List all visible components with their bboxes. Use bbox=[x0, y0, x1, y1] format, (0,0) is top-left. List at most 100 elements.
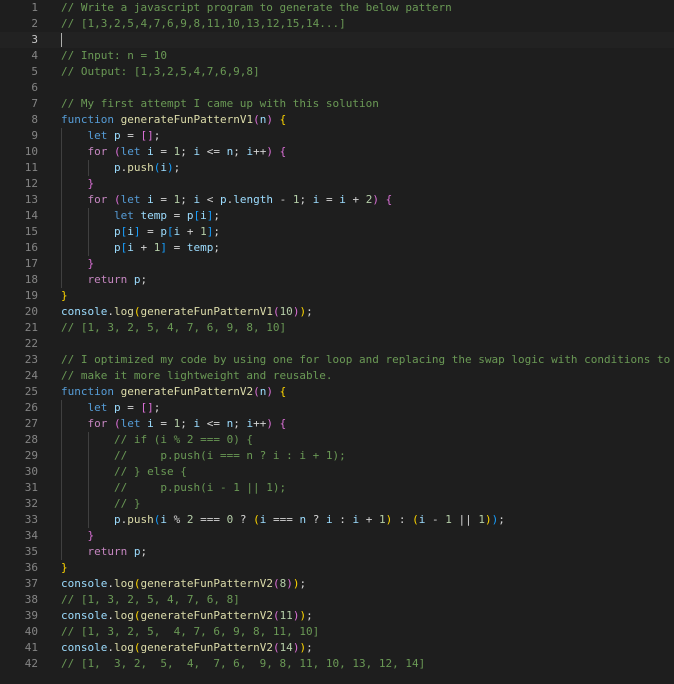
code-text[interactable]: p[i] = p[i + 1]; bbox=[61, 224, 220, 240]
code-line[interactable]: 33 p.push(i % 2 === 0 ? (i === n ? i : i… bbox=[0, 512, 674, 528]
code-line[interactable]: 6 bbox=[0, 80, 674, 96]
code-line[interactable]: 16 p[i + 1] = temp; bbox=[0, 240, 674, 256]
code-line[interactable]: 13 for (let i = 1; i < p.length - 1; i =… bbox=[0, 192, 674, 208]
code-text[interactable]: // make it more lightweight and reusable… bbox=[61, 368, 333, 384]
code-text[interactable]: // [1,3,2,5,4,7,6,9,8,11,10,13,12,15,14.… bbox=[61, 16, 346, 32]
code-line[interactable]: 23 // I optimized my code by using one fo… bbox=[0, 352, 674, 368]
code-token: let bbox=[120, 145, 148, 158]
code-text[interactable]: console.log(generateFunPatternV2(8)); bbox=[61, 576, 306, 592]
code-text[interactable]: return p; bbox=[61, 544, 148, 560]
code-line[interactable]: 32 // } bbox=[0, 496, 674, 512]
code-line[interactable]: 34 } bbox=[0, 528, 674, 544]
code-text[interactable]: } bbox=[61, 560, 68, 576]
code-text[interactable]: // [1, 3, 2, 5, 4, 7, 6, 8] bbox=[61, 592, 240, 608]
code-token: 11 bbox=[279, 609, 293, 622]
code-text[interactable]: } bbox=[61, 288, 68, 304]
code-line[interactable]: 30 // } else { bbox=[0, 464, 674, 480]
code-line[interactable]: 25 function generateFunPatternV2(n) { bbox=[0, 384, 674, 400]
line-number: 8 bbox=[31, 113, 38, 126]
code-line[interactable]: 28 // if (i % 2 === 0) { bbox=[0, 432, 674, 448]
code-line[interactable]: 31 // p.push(i - 1 || 1); bbox=[0, 480, 674, 496]
code-line[interactable]: 29 // p.push(i === n ? i : i + 1); bbox=[0, 448, 674, 464]
code-text[interactable]: // I optimized my code by using one for … bbox=[61, 352, 670, 368]
code-text[interactable]: } bbox=[61, 176, 95, 192]
code-text[interactable]: p.push(i); bbox=[61, 160, 180, 176]
code-token: } bbox=[87, 529, 95, 542]
code-line[interactable]: 7 // My first attempt I came up with this… bbox=[0, 96, 674, 112]
code-text[interactable]: function generateFunPatternV2(n) { bbox=[61, 384, 286, 400]
code-line[interactable]: 42 // [1, 3, 2, 5, 4, 7, 6, 9, 8, 11, 10,… bbox=[0, 656, 674, 672]
code-line[interactable]: 2 // [1,3,2,5,4,7,6,9,8,11,10,13,12,15,14… bbox=[0, 16, 674, 32]
code-token: ) bbox=[166, 161, 174, 174]
code-text[interactable]: let p = []; bbox=[61, 400, 161, 416]
code-token: < bbox=[200, 193, 220, 206]
code-text[interactable]: } bbox=[61, 256, 95, 272]
code-line[interactable]: 10 for (let i = 1; i <= n; i++) { bbox=[0, 144, 674, 160]
code-token: ; bbox=[180, 145, 194, 158]
code-token: + bbox=[345, 193, 366, 206]
code-line[interactable]: 1 // Write a javascript program to genera… bbox=[0, 0, 674, 16]
code-text[interactable]: // p.push(i - 1 || 1); bbox=[61, 480, 286, 496]
code-text[interactable]: function generateFunPatternV1(n) { bbox=[61, 112, 286, 128]
code-line[interactable]: 9 let p = []; bbox=[0, 128, 674, 144]
code-line[interactable]: 38 // [1, 3, 2, 5, 4, 7, 6, 8] bbox=[0, 592, 674, 608]
code-text[interactable]: p.push(i % 2 === 0 ? (i === n ? i : i + … bbox=[61, 512, 505, 528]
code-line[interactable]: 22 bbox=[0, 336, 674, 352]
code-line[interactable]: 3 bbox=[0, 32, 674, 48]
code-line[interactable]: 20 console.log(generateFunPatternV1(10)); bbox=[0, 304, 674, 320]
code-token: } bbox=[87, 177, 95, 190]
code-text[interactable]: // [1, 3, 2, 5, 4, 7, 6, 9, 8, 11, 10] bbox=[61, 624, 319, 640]
code-text[interactable]: for (let i = 1; i < p.length - 1; i = i … bbox=[61, 192, 393, 208]
code-token: = bbox=[153, 145, 174, 158]
code-text[interactable]: // p.push(i === n ? i : i + 1); bbox=[61, 448, 346, 464]
code-line[interactable]: 21 // [1, 3, 2, 5, 4, 7, 6, 9, 8, 10] bbox=[0, 320, 674, 336]
line-number: 40 bbox=[24, 625, 38, 638]
code-line[interactable]: 4 // Input: n = 10 bbox=[0, 48, 674, 64]
code-line[interactable]: 12 } bbox=[0, 176, 674, 192]
code-line[interactable]: 8 function generateFunPatternV1(n) { bbox=[0, 112, 674, 128]
code-text[interactable]: console.log(generateFunPatternV2(14)); bbox=[61, 640, 313, 656]
code-line[interactable]: 36} bbox=[0, 560, 674, 576]
code-text[interactable]: let p = []; bbox=[61, 128, 161, 144]
code-line[interactable]: 24 // make it more lightweight and reusab… bbox=[0, 368, 674, 384]
code-line[interactable]: 15 p[i] = p[i + 1]; bbox=[0, 224, 674, 240]
code-line[interactable]: 11 p.push(i); bbox=[0, 160, 674, 176]
code-text[interactable]: // Output: [1,3,2,5,4,7,6,9,8] bbox=[61, 64, 260, 80]
code-line[interactable]: 35 return p; bbox=[0, 544, 674, 560]
code-line[interactable]: 19} bbox=[0, 288, 674, 304]
code-text[interactable]: for (let i = 1; i <= n; i++) { bbox=[61, 416, 287, 432]
code-line[interactable]: 18 return p; bbox=[0, 272, 674, 288]
code-text[interactable]: // [1, 3, 2, 5, 4, 7, 6, 9, 8, 11, 10, 1… bbox=[61, 656, 425, 672]
code-line[interactable]: 40 // [1, 3, 2, 5, 4, 7, 6, 9, 8, 11, 10] bbox=[0, 624, 674, 640]
indent-guide bbox=[87, 208, 89, 256]
code-text[interactable]: // Write a javascript program to generat… bbox=[61, 0, 452, 16]
code-text[interactable]: // My first attempt I came up with this … bbox=[61, 96, 379, 112]
code-text[interactable]: // } bbox=[61, 496, 141, 512]
code-text[interactable]: console.log(generateFunPatternV1(10)); bbox=[61, 304, 313, 320]
code-line[interactable]: 14 let temp = p[i]; bbox=[0, 208, 674, 224]
code-text[interactable] bbox=[61, 32, 62, 48]
code-line[interactable]: 37 console.log(generateFunPatternV2(8)); bbox=[0, 576, 674, 592]
code-text[interactable]: // if (i % 2 === 0) { bbox=[61, 432, 253, 448]
code-text[interactable]: // [1, 3, 2, 5, 4, 7, 6, 9, 8, 10] bbox=[61, 320, 286, 336]
code-token: } bbox=[61, 561, 68, 574]
code-text[interactable]: } bbox=[61, 528, 95, 544]
code-token: ; bbox=[306, 609, 313, 622]
code-line[interactable]: 17 } bbox=[0, 256, 674, 272]
code-text[interactable]: return p; bbox=[61, 272, 148, 288]
code-text[interactable]: p[i + 1] = temp; bbox=[61, 240, 220, 256]
code-text[interactable]: // Input: n = 10 bbox=[61, 48, 167, 64]
code-token: = bbox=[120, 129, 141, 142]
code-line[interactable]: 26 let p = []; bbox=[0, 400, 674, 416]
code-text[interactable]: // } else { bbox=[61, 464, 187, 480]
code-line[interactable]: 27 for (let i = 1; i <= n; i++) { bbox=[0, 416, 674, 432]
code-text[interactable]: console.log(generateFunPatternV2(11)); bbox=[61, 608, 313, 624]
code-token: i bbox=[160, 513, 167, 526]
code-line[interactable]: 39 console.log(generateFunPatternV2(11)); bbox=[0, 608, 674, 624]
code-line[interactable]: 5 // Output: [1,3,2,5,4,7,6,9,8] bbox=[0, 64, 674, 80]
code-editor[interactable]: 1 // Write a javascript program to genera… bbox=[0, 0, 674, 684]
code-text[interactable]: let temp = p[i]; bbox=[61, 208, 220, 224]
code-line[interactable]: 41 console.log(generateFunPatternV2(14)); bbox=[0, 640, 674, 656]
code-text[interactable]: for (let i = 1; i <= n; i++) { bbox=[61, 144, 287, 160]
code-token: p bbox=[113, 241, 121, 254]
